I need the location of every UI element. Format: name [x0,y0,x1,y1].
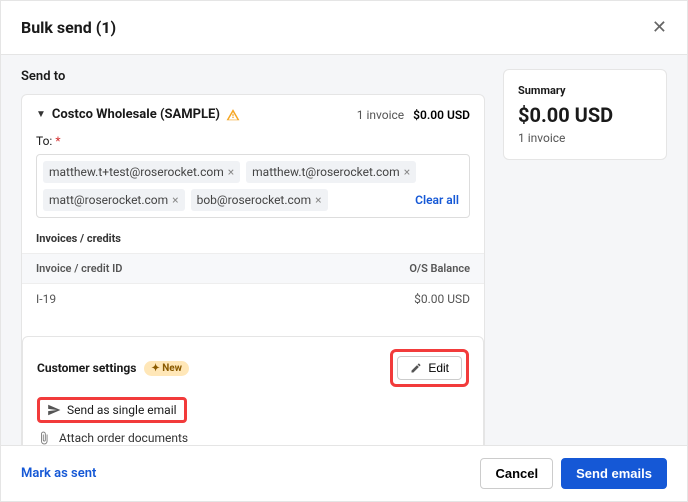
invoice-id: I-19 [36,292,56,306]
caret-down-icon: ▼ [36,109,46,120]
mark-as-sent-link[interactable]: Mark as sent [21,466,96,481]
invoices-title: Invoices / credits [22,232,484,253]
invoice-balance: $0.00 USD [414,292,470,306]
send-emails-button[interactable]: Send emails [561,458,667,489]
customer-settings-title: Customer settings [37,361,136,375]
summary-amount: $0.00 USD [518,103,652,127]
group-header[interactable]: ▼ Costco Wholesale (SAMPLE) 1 invoice $0… [22,95,484,134]
remove-chip-icon[interactable]: × [172,193,178,207]
email-chip[interactable]: bob@roserocket.com× [191,189,328,211]
new-badge: ✦ New [144,361,189,376]
warning-icon [226,108,240,122]
edit-highlight: Edit [390,349,469,387]
cancel-button[interactable]: Cancel [480,458,553,489]
edit-button[interactable]: Edit [397,356,462,380]
to-label: To: [36,134,52,148]
group-invoice-count: 1 invoice [357,108,404,122]
send-to-label: Send to [21,69,485,84]
send-icon [47,403,61,417]
group-name: Costco Wholesale (SAMPLE) [52,107,220,122]
email-chip[interactable]: matt@roserocket.com× [43,189,185,211]
summary-title: Summary [518,84,652,97]
col-balance: O/S Balance [409,262,470,275]
clear-all-button[interactable]: Clear all [411,189,463,211]
close-button[interactable]: ✕ [652,17,667,38]
remove-chip-icon[interactable]: × [404,165,410,179]
pencil-icon [410,362,422,374]
required-indicator: * [55,134,60,148]
email-input[interactable]: matthew.t+test@roserocket.com× matthew.t… [36,154,470,218]
modal-title: Bulk send (1) [21,18,116,37]
single-email-highlight: Send as single email [37,397,187,423]
attach-label: Attach order documents [59,431,218,445]
summary-invoices: 1 invoice [518,131,652,145]
col-invoice-id: Invoice / credit ID [36,262,122,275]
email-chip[interactable]: matthew.t+test@roserocket.com× [43,161,240,183]
invoice-row: I-19 $0.00 USD [22,284,484,320]
attachment-icon [37,431,51,445]
remove-chip-icon[interactable]: × [228,165,234,179]
group-amount: $0.00 USD [413,108,470,122]
remove-chip-icon[interactable]: × [315,193,321,207]
email-chip[interactable]: matthew.t@roserocket.com× [246,161,416,183]
